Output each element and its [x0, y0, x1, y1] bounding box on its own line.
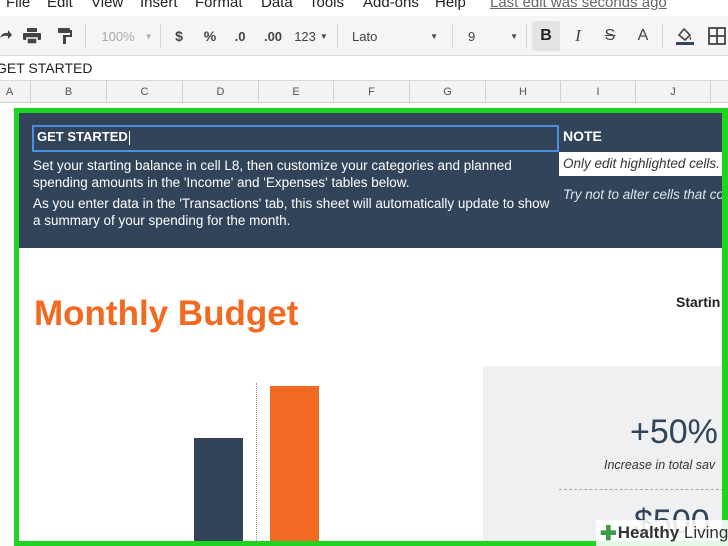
paint-format-icon[interactable] [54, 16, 76, 56]
column-header-e[interactable]: E [258, 81, 333, 103]
percent-format-button[interactable]: % [201, 16, 219, 56]
column-header-b[interactable]: B [30, 81, 106, 103]
last-edit-link[interactable]: Last edit was seconds ago [490, 0, 667, 11]
font-size-select[interactable]: 9 ▼ [460, 16, 522, 56]
savings-percent-label: Increase in total sav [604, 458, 716, 472]
text-color-button[interactable]: A [632, 16, 654, 56]
strikethrough-button[interactable]: S [599, 16, 621, 56]
font-size-value: 9 [468, 28, 476, 44]
menu-file[interactable]: File [6, 0, 30, 11]
column-header: A B C D E F G H I J [0, 81, 728, 103]
chevron-down-icon: ▼ [144, 31, 153, 41]
menu-format[interactable]: Format [195, 0, 243, 11]
chart-bar-actual [270, 386, 319, 546]
watermark-brand-bold: Healthy [617, 523, 680, 542]
note-highlight-cell[interactable]: Only edit highlighted cells. [559, 152, 728, 176]
borders-icon[interactable] [706, 16, 728, 56]
decrease-decimal-button[interactable]: .0 [230, 16, 250, 56]
page-title: Monthly Budget [34, 294, 299, 333]
increase-decimal-button[interactable]: .00 [260, 16, 286, 56]
fill-color-icon[interactable] [672, 16, 698, 56]
italic-button[interactable]: I [567, 16, 589, 56]
increase-decimal-label: .00 [263, 28, 283, 44]
font-family-value: Lato [352, 28, 378, 44]
menu-insert[interactable]: Insert [140, 0, 178, 11]
more-formats-select[interactable]: 123 ▼ [291, 16, 331, 56]
chevron-down-icon: ▼ [319, 31, 328, 41]
column-header-g[interactable]: G [409, 81, 485, 103]
column-header-i[interactable]: I [560, 81, 635, 103]
menu-view[interactable]: View [91, 0, 123, 11]
more-formats-label: 123 [294, 28, 316, 44]
watermark-brand-rest: Living [679, 523, 728, 542]
column-header-f[interactable]: F [333, 81, 409, 103]
starting-balance-label: Startin [676, 294, 721, 310]
banner-paragraph-1: Set your starting balance in cell L8, th… [33, 158, 512, 190]
redo-icon[interactable] [0, 16, 12, 56]
text-cursor [128, 130, 130, 145]
column-header-d[interactable]: D [182, 81, 258, 103]
column-header-c[interactable]: C [106, 81, 182, 103]
bold-button[interactable]: B [532, 21, 560, 51]
chart-divider [256, 383, 257, 546]
column-header-j[interactable]: J [635, 81, 710, 103]
note-text: Try not to alter cells that co [563, 187, 725, 202]
menu-bar: File Edit View Insert Format Data Tools … [0, 0, 728, 16]
font-family-select[interactable]: Lato ▼ [346, 16, 442, 56]
menu-data[interactable]: Data [261, 0, 293, 11]
zoom-select[interactable]: 100% ▼ [98, 16, 156, 56]
plus-icon: ✚ [600, 522, 617, 545]
savings-percent: +50% [630, 413, 718, 451]
chart-bar-planned [194, 438, 243, 546]
toolbar: 100% ▼ $ % .0 .00 123 ▼ Lato ▼ 9 ▼ B I S… [0, 16, 728, 56]
print-icon[interactable] [20, 16, 44, 56]
selected-cell[interactable]: GET STARTED [32, 125, 559, 152]
banner-paragraph-2: As you enter data in the 'Transactions' … [33, 196, 550, 228]
get-started-banner: GET STARTED Set your starting balance in… [14, 108, 728, 248]
zoom-value: 100% [101, 28, 135, 44]
currency-format-button[interactable]: $ [170, 16, 188, 56]
menu-tools[interactable]: Tools [309, 0, 344, 11]
cell-value: GET STARTED [37, 129, 128, 144]
menu-addons[interactable]: Add-ons [363, 0, 419, 11]
menu-edit[interactable]: Edit [47, 0, 73, 11]
column-header-h[interactable]: H [485, 81, 560, 103]
formula-value: GET STARTED [0, 60, 93, 76]
formula-bar[interactable]: GET STARTED [0, 56, 728, 81]
summary-divider [559, 489, 728, 490]
menu-help[interactable]: Help [435, 0, 466, 11]
column-header-a[interactable]: A [0, 81, 30, 103]
column-header-k[interactable] [710, 81, 728, 103]
chevron-down-icon: ▼ [510, 31, 518, 41]
chevron-down-icon: ▼ [430, 31, 438, 41]
decrease-decimal-label: .0 [234, 28, 246, 44]
watermark: ✚ Healthy Living [596, 520, 728, 546]
note-title: NOTE [563, 128, 602, 144]
sheet-grid[interactable]: GET STARTED Set your starting balance in… [14, 108, 728, 546]
